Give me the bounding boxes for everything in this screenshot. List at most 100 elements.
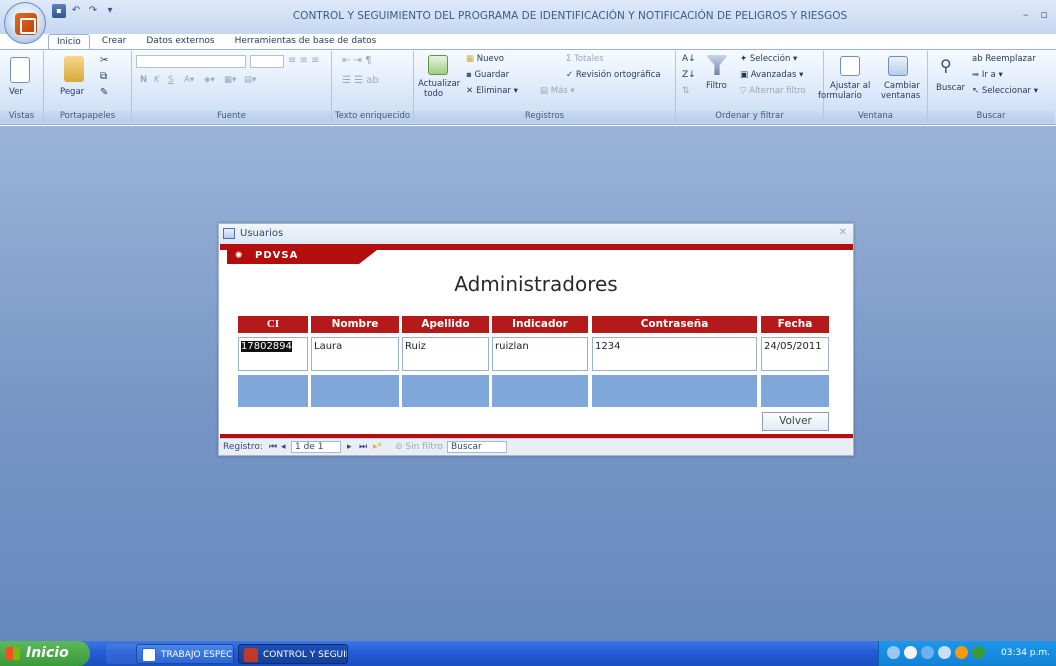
ribbon: Ver Vistas Pegar ✂ ⧉ ✎ Portapapeles ≡ ≡ … — [0, 49, 1056, 125]
nuevo-button[interactable]: ▦ Nuevo — [466, 54, 504, 64]
align-icons[interactable]: ≡ ≡ ≡ — [288, 55, 320, 66]
tab-datos-externos[interactable]: Datos externos — [138, 34, 222, 50]
fill-color-icon[interactable]: ◈▾ — [204, 75, 215, 85]
group-registros: Actualizar todo ▦ Nuevo ▪ Guardar ✕ Elim… — [414, 51, 676, 123]
last-record-icon[interactable]: ⏭ — [359, 442, 367, 452]
paste-icon[interactable] — [64, 56, 84, 82]
form-title-bar: Usuarios ✕ — [219, 224, 853, 244]
group-label-fuente: Fuente — [132, 111, 331, 123]
new-record-nav-icon[interactable]: ▸* — [373, 442, 382, 452]
gridlines-icon[interactable]: ▦▾ — [224, 75, 236, 85]
view-icon[interactable] — [10, 57, 30, 83]
seleccion-button[interactable]: ✦ Selección ▾ — [740, 54, 797, 64]
copy-icon[interactable]: ⧉ — [100, 71, 107, 82]
tab-inicio[interactable]: Inicio — [48, 34, 90, 50]
clear-sort-icon[interactable]: ⇅ — [682, 86, 690, 96]
taskbar-item-trabajo[interactable]: TRABAJO ESPECIAL ... — [136, 644, 234, 664]
new-record-apellido[interactable] — [402, 375, 489, 407]
sort-desc-icon[interactable]: Z↓ — [682, 70, 696, 80]
new-record-ci[interactable] — [238, 375, 308, 407]
next-record-icon[interactable]: ▸ — [347, 442, 352, 452]
security-icon[interactable] — [972, 646, 985, 659]
contrasena-field[interactable]: 1234 — [592, 337, 757, 371]
office-button[interactable] — [4, 2, 46, 44]
ribbon-tabs: Inicio Crear Datos externos Herramientas… — [48, 32, 384, 50]
cambiar-button[interactable]: Cambiar — [884, 81, 920, 91]
record-position-input[interactable]: 1 de 1 — [291, 441, 341, 453]
group-label-texto: Texto enriquecido — [332, 111, 413, 123]
restore-icon[interactable]: ▫ — [1041, 8, 1048, 21]
binoculars-icon[interactable]: ⚲ — [940, 56, 960, 76]
guardar-button[interactable]: ▪ Guardar — [466, 70, 509, 80]
font-size-select[interactable] — [250, 55, 284, 68]
underline-icon[interactable]: S — [168, 75, 173, 85]
ver-button[interactable]: Ver — [9, 87, 23, 97]
select-icon: ↖ — [972, 86, 982, 96]
eliminar-button[interactable]: ✕ Eliminar ▾ — [466, 86, 518, 96]
pegar-button[interactable]: Pegar — [60, 87, 84, 97]
undo-icon[interactable]: ↶ — [69, 4, 83, 18]
font-color-icon[interactable]: A▾ — [184, 75, 194, 85]
group-label-registros: Registros — [414, 111, 675, 123]
customize-dropdown-icon[interactable]: ▾ — [103, 4, 117, 18]
first-record-icon[interactable]: ⏮ — [269, 442, 277, 452]
font-family-select[interactable] — [136, 55, 246, 68]
bold-icon[interactable]: N — [140, 75, 147, 85]
prev-record-icon[interactable]: ◂ — [281, 442, 286, 452]
apellido-field[interactable]: Ruiz — [402, 337, 489, 371]
filter-icon[interactable] — [706, 55, 728, 75]
close-icon[interactable]: ✕ — [839, 227, 847, 238]
switch-windows-icon[interactable] — [888, 56, 908, 76]
ajustar-button[interactable]: Ajustar al — [830, 81, 870, 91]
save-icon[interactable]: ▪ — [52, 4, 66, 18]
new-record-fecha[interactable] — [761, 375, 829, 407]
italic-icon[interactable]: K — [154, 75, 160, 85]
indent-icons[interactable]: ⇤ ⇥ ¶ — [342, 55, 371, 66]
buscar-button[interactable]: Buscar — [936, 83, 965, 93]
new-record-indicador[interactable] — [492, 375, 588, 407]
revision-button[interactable]: ✓ Revisión ortográfica — [566, 70, 661, 80]
mas-button[interactable]: ▤ Más ▾ — [540, 86, 575, 96]
refresh-icon[interactable] — [428, 55, 448, 75]
todo-label: todo — [424, 89, 444, 99]
sort-asc-icon[interactable]: A↓ — [682, 54, 696, 64]
volver-button[interactable]: Volver — [762, 412, 829, 431]
ci-field[interactable]: 17802894 — [238, 337, 308, 371]
nav-search-input[interactable]: Buscar — [447, 441, 507, 453]
actualizar-button[interactable]: Actualizar — [418, 79, 460, 89]
toggle-filter-icon: ▽ — [740, 86, 750, 96]
avanzadas-button[interactable]: ▣ Avanzadas ▾ — [740, 70, 803, 80]
update-icon[interactable] — [955, 646, 968, 659]
monitor-icon[interactable] — [921, 646, 934, 659]
alternar-filtro-button[interactable]: ▽ Alternar filtro — [740, 86, 806, 96]
format-painter-icon[interactable]: ✎ — [100, 87, 108, 98]
redo-icon[interactable]: ↷ — [86, 4, 100, 18]
ir-a-button[interactable]: ➡ Ir a ▾ — [972, 70, 1003, 80]
network-icon[interactable] — [887, 646, 900, 659]
volume-icon[interactable] — [904, 646, 917, 659]
new-record-nombre[interactable] — [311, 375, 399, 407]
indicador-field[interactable]: ruizlan — [492, 337, 588, 371]
tab-crear[interactable]: Crear — [94, 34, 135, 50]
seleccionar-button[interactable]: ↖ Seleccionar ▾ — [972, 86, 1038, 96]
new-record-contrasena[interactable] — [592, 375, 757, 407]
totales-button[interactable]: Σ Totales — [566, 54, 604, 64]
tab-herramientas[interactable]: Herramientas de base de datos — [227, 34, 385, 50]
minimize-icon[interactable]: – — [1023, 8, 1029, 21]
filtro-button[interactable]: Filtro — [706, 81, 727, 91]
pdvsa-logo: ✺ PDVSA — [227, 250, 377, 264]
title-bar: ▪ ↶ ↷ ▾ CONTROL Y SEGUIMIENTO DEL PROGRA… — [0, 0, 1056, 34]
sin-filtro-button[interactable]: ⊘ Sin filtro — [395, 442, 443, 452]
fit-form-icon[interactable] — [840, 56, 860, 76]
sync-icon[interactable] — [938, 646, 951, 659]
alternate-fill-icon[interactable]: ▤▾ — [244, 75, 256, 85]
windows-flag-icon — [6, 647, 20, 660]
nombre-field[interactable]: Laura — [311, 337, 399, 371]
start-button[interactable]: Inicio — [0, 641, 90, 666]
list-icons[interactable]: ☰ ☰ ab — [342, 75, 379, 86]
fecha-field[interactable]: 24/05/2011 — [761, 337, 829, 371]
form-heading: Administradores — [454, 272, 618, 296]
taskbar-item-control[interactable]: CONTROL Y SEGUIMI... — [238, 644, 348, 664]
cut-icon[interactable]: ✂ — [100, 55, 108, 66]
reemplazar-button[interactable]: ab Reemplazar — [972, 54, 1036, 64]
